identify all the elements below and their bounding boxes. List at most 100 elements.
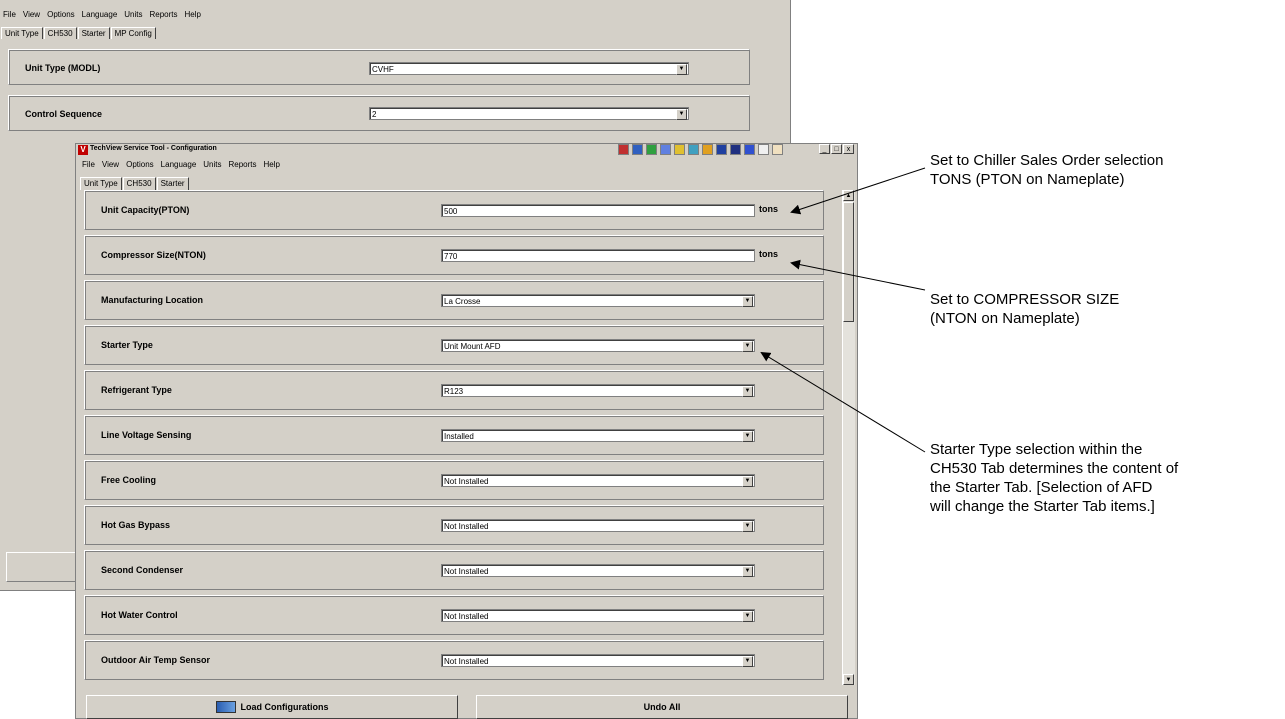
load-configurations-button[interactable]: Load Configurations (86, 695, 458, 719)
starter-type-dropdown[interactable]: Unit Mount AFD ▼ (441, 339, 755, 352)
dropdown-value: Unit Mount AFD (444, 342, 501, 351)
annotation-line: Starter Type selection within the (930, 441, 1143, 458)
dropdown-value: Not Installed (444, 567, 489, 576)
config-row-refrigerant-type: Refrigerant Type R123 ▼ (84, 370, 824, 410)
chevron-down-icon[interactable]: ▼ (742, 386, 753, 397)
toolbar-icon-6[interactable] (688, 144, 699, 155)
dropdown-value: La Crosse (444, 297, 481, 306)
toolbar-icon-10[interactable] (744, 144, 755, 155)
menu-units[interactable]: Units (124, 10, 142, 19)
free-cooling-dropdown[interactable]: Not Installed ▼ (441, 474, 755, 487)
config-row-starter-type: Starter Type Unit Mount AFD ▼ (84, 325, 824, 365)
compressor-size-input[interactable]: 770 (441, 249, 755, 262)
hot-water-control-dropdown[interactable]: Not Installed ▼ (441, 609, 755, 622)
menu-units[interactable]: Units (203, 160, 221, 169)
toolbar-icon-9[interactable] (730, 144, 741, 155)
toolbar-icon-8[interactable] (716, 144, 727, 155)
refrigerant-type-dropdown[interactable]: R123 ▼ (441, 384, 755, 397)
second-condenser-dropdown[interactable]: Not Installed ▼ (441, 564, 755, 577)
config-row-unit-capacity: Unit Capacity(PTON) 500 tons (84, 190, 824, 230)
tab-starter[interactable]: Starter (77, 27, 110, 39)
toolbar-icon-3[interactable] (646, 144, 657, 155)
toolbar-icon-5[interactable] (674, 144, 685, 155)
chevron-down-icon[interactable]: ▼ (742, 566, 753, 577)
undo-all-button[interactable]: Undo All (476, 695, 848, 719)
tab-ch530[interactable]: CH530 (122, 177, 156, 190)
menubar: File View Options Language Units Reports… (82, 160, 287, 169)
annotation-line: the Starter Tab. [Selection of AFD (930, 479, 1153, 496)
line-voltage-sensing-dropdown[interactable]: Installed ▼ (441, 429, 755, 442)
hot-gas-bypass-dropdown[interactable]: Not Installed ▼ (441, 519, 755, 532)
menu-file[interactable]: File (3, 10, 16, 19)
toolbar-icon-4[interactable] (660, 144, 671, 155)
tabs: Unit Type CH530 Starter (80, 177, 190, 190)
unit-label: tons (759, 249, 778, 259)
menu-language[interactable]: Language (82, 10, 118, 19)
dropdown-value: R123 (444, 387, 464, 396)
tab-mp-config[interactable]: MP Config (110, 27, 156, 39)
background-tabs: Unit Type CH530 Starter MP Config (1, 27, 157, 39)
toolbar-icon-2[interactable] (632, 144, 643, 155)
tab-unit-type[interactable]: Unit Type (80, 177, 122, 190)
vertical-scrollbar[interactable]: ▲ ▼ (842, 190, 855, 685)
chevron-down-icon[interactable]: ▼ (742, 431, 753, 442)
unit-capacity-input[interactable]: 500 (441, 204, 755, 217)
dropdown-value: Installed (444, 432, 474, 441)
scroll-down-icon[interactable]: ▼ (843, 674, 854, 685)
row-label: Refrigerant Type (101, 385, 172, 395)
toolbar-icon-12[interactable] (772, 144, 783, 155)
row-label: Compressor Size(NTON) (101, 250, 206, 260)
row-label: Manufacturing Location (101, 295, 203, 305)
unit-type-dropdown[interactable]: CVHF ▼ (369, 62, 689, 75)
tab-starter[interactable]: Starter (156, 177, 189, 190)
row-label: Unit Capacity(PTON) (101, 205, 190, 215)
menu-options[interactable]: Options (47, 10, 75, 19)
chevron-down-icon[interactable]: ▼ (742, 611, 753, 622)
menu-view[interactable]: View (23, 10, 40, 19)
background-bottom-button[interactable] (6, 552, 78, 582)
chevron-down-icon[interactable]: ▼ (742, 296, 753, 307)
chevron-down-icon[interactable]: ▼ (676, 64, 687, 75)
row-label: Outdoor Air Temp Sensor (101, 655, 211, 665)
scroll-thumb[interactable] (843, 202, 854, 322)
menu-reports[interactable]: Reports (229, 160, 257, 169)
chevron-down-icon[interactable]: ▼ (676, 109, 687, 120)
row-label: Free Cooling (101, 475, 157, 485)
manufacturing-location-dropdown[interactable]: La Crosse ▼ (441, 294, 755, 307)
toolbar-icon-11[interactable] (758, 144, 769, 155)
tab-ch530[interactable]: CH530 (43, 27, 77, 39)
config-window: V TechView Service Tool - Configuration … (75, 143, 858, 719)
chevron-down-icon[interactable]: ▼ (742, 476, 753, 487)
scroll-up-icon[interactable]: ▲ (843, 190, 854, 201)
dropdown-value: Not Installed (444, 657, 489, 666)
menu-view[interactable]: View (102, 160, 119, 169)
maximize-button[interactable]: □ (831, 144, 842, 154)
annotation-ptons: Set to Chiller Sales Order selection TON… (930, 151, 1163, 189)
menu-help[interactable]: Help (185, 10, 201, 19)
row-label: Unit Type (MODL) (25, 63, 101, 73)
config-row-manufacturing-location: Manufacturing Location La Crosse ▼ (84, 280, 824, 320)
tab-unit-type[interactable]: Unit Type (1, 27, 43, 39)
chevron-down-icon[interactable]: ▼ (742, 341, 753, 352)
chevron-down-icon[interactable]: ▼ (742, 521, 753, 532)
config-row-free-cooling: Free Cooling Not Installed ▼ (84, 460, 824, 500)
dropdown-value: Not Installed (444, 477, 489, 486)
menu-options[interactable]: Options (126, 160, 154, 169)
menu-help[interactable]: Help (264, 160, 280, 169)
chevron-down-icon[interactable]: ▼ (742, 656, 753, 667)
minimize-button[interactable]: _ (819, 144, 830, 154)
control-sequence-dropdown[interactable]: 2 ▼ (369, 107, 689, 120)
outdoor-air-temp-sensor-dropdown[interactable]: Not Installed ▼ (441, 654, 755, 667)
dropdown-value: Not Installed (444, 522, 489, 531)
toolbar-icon-7[interactable] (702, 144, 713, 155)
config-row-second-condenser: Second Condenser Not Installed ▼ (84, 550, 824, 590)
background-menubar: File View Options Language Units Reports… (3, 10, 208, 19)
close-button[interactable]: x (843, 144, 854, 154)
row-label: Second Condenser (101, 565, 184, 575)
app-logo-icon: V (78, 145, 88, 155)
menu-language[interactable]: Language (161, 160, 197, 169)
menu-reports[interactable]: Reports (150, 10, 178, 19)
menu-file[interactable]: File (82, 160, 95, 169)
annotation-line: CH530 Tab determines the content of (930, 460, 1179, 477)
toolbar-icon-1[interactable] (618, 144, 629, 155)
